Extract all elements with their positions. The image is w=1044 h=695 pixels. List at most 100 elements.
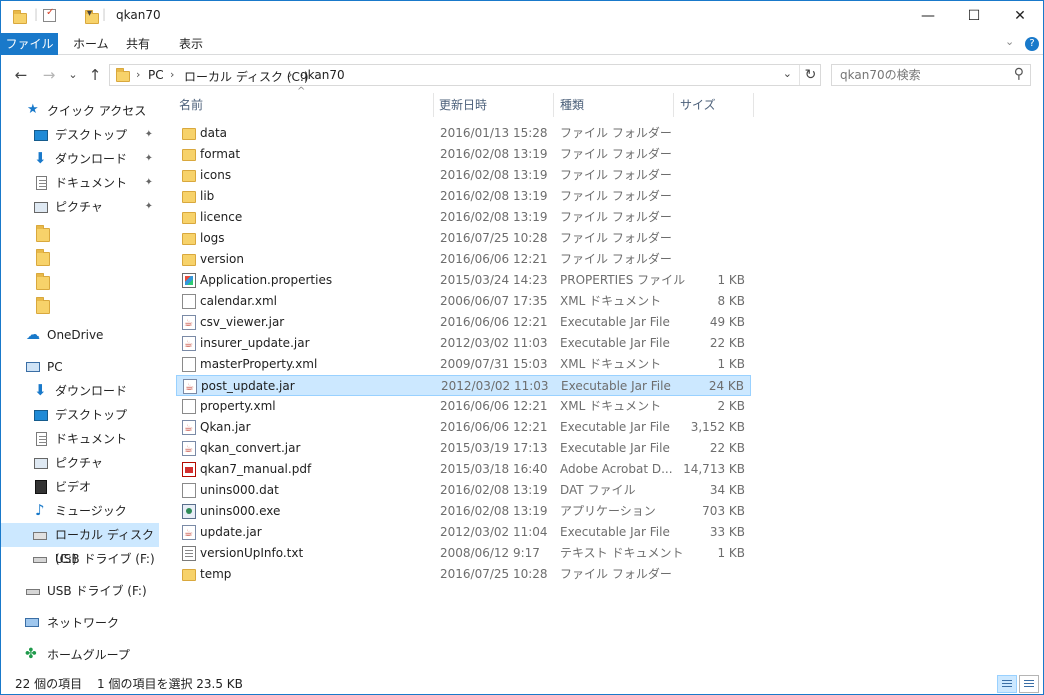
file-row[interactable]: update.jar 2012/03/02 11:04 Executable Jar… (176, 522, 751, 544)
pin-icon[interactable]: ✦ (145, 147, 153, 171)
search-icon[interactable]: ⚲ (1014, 66, 1024, 82)
tab-share[interactable]: 共有 (116, 33, 160, 55)
file-row[interactable]: lib 2016/02/08 13:19 ファイル フォルダー (176, 186, 751, 207)
file-row[interactable]: icons 2016/02/08 13:19 ファイル フォルダー (176, 165, 751, 186)
folder-icon (182, 149, 196, 161)
forward-button[interactable]: → (39, 65, 59, 85)
address-bar[interactable]: › PC › ローカル ディスク (C:) › qkan70 ⌄ (109, 64, 821, 86)
file-date: 2015/03/19 17:13 (440, 441, 548, 455)
file-row[interactable]: licence 2016/02/08 13:19 ファイル フォルダー (176, 207, 751, 228)
nav-pc-videos[interactable]: ビデオ (1, 475, 159, 499)
folder-icon (182, 128, 196, 140)
file-row[interactable]: insurer_update.jar 2012/03/02 11:03 Execut… (176, 333, 751, 355)
nav-quick-folder[interactable] (1, 219, 159, 243)
file-row[interactable]: temp 2016/07/25 10:28 ファイル フォルダー (176, 564, 751, 585)
tab-view[interactable]: 表示 (169, 33, 213, 55)
file-row[interactable]: logs 2016/07/25 10:28 ファイル フォルダー (176, 228, 751, 249)
explorer-window: | ✓ ▾ | qkan70 — ☐ ✕ ファイル ホーム 共有 表示 ⌄ ? … (0, 0, 1044, 695)
pin-icon[interactable]: ✦ (145, 123, 153, 147)
column-header-size[interactable]: サイズ (680, 93, 716, 117)
nav-network[interactable]: ネットワーク (1, 611, 159, 635)
tab-file[interactable]: ファイル (1, 33, 58, 55)
recent-locations-button[interactable]: ⌄ (63, 65, 83, 85)
file-date: 2016/07/25 10:28 (440, 231, 548, 245)
nav-pc-desktop[interactable]: デスクトップ (1, 403, 159, 427)
close-button[interactable]: ✕ (997, 1, 1043, 31)
nav-quick-pictures[interactable]: ピクチャ ✦ (1, 195, 159, 219)
minimize-button[interactable]: — (905, 1, 951, 31)
breadcrumb-qkan70[interactable]: qkan70 (300, 68, 345, 82)
column-header-date[interactable]: 更新日時 (439, 93, 487, 117)
nav-pc-local-disk[interactable]: ローカル ディスク (C:) (1, 523, 159, 566)
file-row[interactable]: post_update.jar 2012/03/02 11:03 Executabl… (176, 375, 751, 398)
maximize-button[interactable]: ☐ (951, 1, 997, 31)
nav-quick-downloads[interactable]: ⬇ ダウンロード ✦ (1, 147, 159, 171)
jar-file-icon (182, 313, 196, 334)
search-input[interactable] (838, 66, 1008, 84)
large-icons-view-button[interactable] (1019, 675, 1039, 693)
nav-quick-access[interactable]: ★ クイック アクセス (1, 99, 159, 123)
column-divider[interactable] (553, 93, 554, 117)
status-bar: 22 個の項目 1 個の項目を選択 23.5 KB (1, 673, 1043, 695)
file-row[interactable]: format 2016/02/08 13:19 ファイル フォルダー (176, 144, 751, 165)
refresh-button[interactable]: ↻ (799, 65, 821, 85)
nav-pc-music[interactable]: ♪ ミュージック (1, 499, 159, 523)
column-divider[interactable] (753, 93, 754, 117)
pin-icon[interactable]: ✦ (145, 171, 153, 195)
file-row[interactable]: unins000.exe 2016/02/08 13:19 アプリケーション 703 … (176, 501, 751, 522)
chevron-right-icon[interactable]: › (170, 68, 174, 81)
chevron-right-icon[interactable]: › (288, 68, 292, 81)
details-view-button[interactable] (997, 675, 1017, 693)
customize-qa-icon[interactable]: ▾ (87, 8, 92, 26)
file-row[interactable]: Qkan.jar 2016/06/06 12:21 Executable Jar F… (176, 417, 751, 439)
nav-pc-usb[interactable]: USB ドライブ (F:) (1, 547, 159, 571)
up-button[interactable]: ↑ (85, 65, 105, 85)
nav-homegroup[interactable]: ✤ ホームグループ (1, 643, 159, 667)
file-row[interactable]: Application.properties 2015/03/24 14:23 PR… (176, 270, 751, 291)
nav-pc[interactable]: PC (1, 355, 159, 379)
properties-icon[interactable]: ✓ (43, 7, 56, 22)
nav-quick-folder[interactable] (1, 291, 159, 315)
pin-icon[interactable]: ✦ (145, 195, 153, 219)
address-dropdown-icon[interactable]: ⌄ (783, 67, 792, 80)
usb-drive-icon (26, 589, 40, 595)
column-divider[interactable] (433, 93, 434, 117)
file-date: 2015/03/24 14:23 (440, 273, 548, 287)
nav-pc-downloads[interactable]: ⬇ ダウンロード (1, 379, 159, 403)
file-size: 1 KB (717, 273, 745, 287)
tab-home[interactable]: ホーム (63, 33, 119, 55)
file-type: Executable Jar File (561, 379, 671, 393)
nav-quick-folder[interactable] (1, 243, 159, 267)
collapse-ribbon-icon[interactable]: ⌄ (1005, 35, 1014, 48)
file-date: 2016/01/13 15:28 (440, 126, 548, 140)
folder-icon (182, 191, 196, 203)
back-button[interactable]: ← (11, 65, 31, 85)
breadcrumb-pc[interactable]: PC (148, 68, 164, 82)
nav-quick-documents[interactable]: ドキュメント ✦ (1, 171, 159, 195)
file-row[interactable]: version 2016/06/06 12:21 ファイル フォルダー (176, 249, 751, 270)
folder-icon (182, 254, 196, 266)
file-row[interactable]: calendar.xml 2006/06/07 17:35 XML ドキュメント 8 … (176, 291, 751, 312)
file-row[interactable]: masterProperty.xml 2009/07/31 15:03 XML ドキ… (176, 354, 751, 375)
nav-pc-documents[interactable]: ドキュメント (1, 427, 159, 451)
chevron-right-icon[interactable]: › (136, 68, 140, 81)
nav-onedrive[interactable]: ☁ OneDrive (1, 323, 159, 347)
column-divider[interactable] (673, 93, 674, 117)
nav-quick-desktop[interactable]: デスクトップ ✦ (1, 123, 159, 147)
file-row[interactable]: qkan_convert.jar 2015/03/19 17:13 Executab… (176, 438, 751, 460)
file-row[interactable]: versionUpInfo.txt 2008/06/12 9:17 テキスト ドキュ… (176, 543, 751, 564)
file-row[interactable]: property.xml 2016/06/06 12:21 XML ドキュメント 2 … (176, 396, 751, 417)
folder-icon (182, 170, 196, 182)
file-row[interactable]: csv_viewer.jar 2016/06/06 12:21 Executable… (176, 312, 751, 334)
file-row[interactable]: qkan7_manual.pdf 2015/03/18 16:40 Adobe Ac… (176, 459, 751, 480)
file-name: qkan_convert.jar (200, 441, 301, 455)
file-row[interactable]: unins000.dat 2016/02/08 13:19 DAT ファイル 34 K… (176, 480, 751, 501)
help-icon[interactable]: ? (1025, 37, 1039, 51)
file-row[interactable]: data 2016/01/13 15:28 ファイル フォルダー (176, 123, 751, 144)
column-header-type[interactable]: 種類 (560, 93, 584, 117)
column-header-name[interactable]: 名前 (179, 93, 203, 117)
nav-usb[interactable]: USB ドライブ (F:) (1, 579, 159, 603)
search-box[interactable]: ⚲ (831, 64, 1031, 86)
nav-quick-folder[interactable] (1, 267, 159, 291)
nav-pc-pictures[interactable]: ピクチャ (1, 451, 159, 475)
